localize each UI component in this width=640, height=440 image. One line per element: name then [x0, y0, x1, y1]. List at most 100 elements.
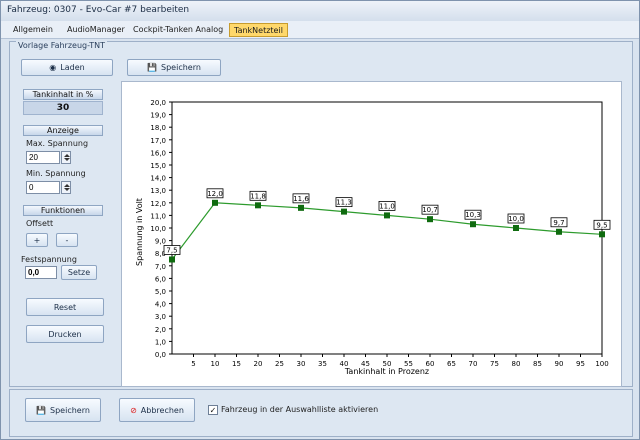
y-tick-label: 16,0	[150, 149, 166, 157]
load-button[interactable]: ◉ Laden	[21, 59, 113, 76]
print-button[interactable]: Drucken	[26, 325, 104, 343]
tank-label-button[interactable]: Tankinhalt in %	[23, 89, 103, 100]
data-point	[599, 231, 605, 238]
data-label: 11,3	[336, 199, 352, 207]
data-point	[298, 204, 304, 211]
save-floppy-icon: 💾	[36, 405, 47, 415]
x-axis-ticks: 5 10 15 20 25 30 35 40 45 50 55 60 65 70 75 80 85 90 95 100	[191, 354, 609, 368]
chart-panel: 0,0 1,0 2,0 3,0 4,0 5,0 6,0 7,0 8,0 9,0 10,0 11,0 12…	[121, 81, 622, 387]
x-tick-label: 35	[318, 360, 327, 368]
window-title: Fahrzeug: 0307 - Evo-Car #7 bearbeiten	[1, 1, 639, 21]
data-label: 11,8	[250, 192, 266, 200]
y-tick-label: 12,0	[150, 200, 166, 208]
data-label: 10,0	[508, 215, 524, 223]
data-point	[384, 212, 390, 219]
x-tick-label: 90	[555, 360, 564, 368]
y-tick-label: 9,0	[155, 238, 166, 246]
data-point	[341, 208, 347, 215]
voltage-chart: 0,01,02,03,04,05,06,07,08,09,010,011,012…	[135, 99, 611, 376]
cancel-button[interactable]: ⊘ Abbrechen	[119, 398, 195, 422]
x-tick-label: 100	[595, 360, 608, 368]
load-icon: ◉	[49, 63, 57, 72]
cancel-label: Abbrechen	[140, 405, 184, 415]
group-title: Vorlage Fahrzeug-TNT	[16, 41, 108, 50]
y-tick-label: 20,0	[150, 99, 166, 107]
max-voltage-label: Max. Spannung	[26, 139, 89, 148]
x-tick-label: 95	[576, 360, 585, 368]
y-tick-label: 14,0	[150, 175, 166, 183]
load-label: Laden	[60, 63, 85, 72]
data-label: 7,5	[166, 247, 177, 255]
fixed-voltage-label: Festspannung	[21, 255, 77, 264]
y-tick-label: 15,0	[150, 162, 166, 170]
activate-vehicle-checkbox[interactable]: ✓	[208, 405, 218, 415]
x-tick-label: 85	[533, 360, 542, 368]
tab-bar: Allgemein AudioManager Cockpit-Tanken An…	[1, 21, 639, 39]
max-voltage-input[interactable]	[26, 151, 60, 164]
tab-tanknetzteil[interactable]: TankNetzteil	[229, 23, 288, 37]
cancel-icon: ⊘	[130, 405, 137, 415]
x-tick-label: 25	[275, 360, 284, 368]
activate-vehicle-label: Fahrzeug in der Auswahlliste aktivieren	[221, 405, 379, 414]
data-label: 12,0	[207, 190, 223, 198]
plot-area	[171, 101, 603, 355]
min-voltage-label: Min. Spannung	[26, 169, 86, 178]
y-tick-label: 4,0	[155, 301, 166, 309]
y-tick-label: 1,0	[155, 338, 166, 346]
data-label: 11,6	[293, 195, 309, 203]
x-tick-label: 80	[512, 360, 521, 368]
data-point	[255, 202, 261, 209]
save-label: Speichern	[50, 405, 90, 415]
x-tick-label: 30	[297, 360, 306, 368]
x-tick-label: 65	[447, 360, 456, 368]
data-label: 10,3	[465, 211, 481, 219]
x-tick-label: 15	[232, 360, 241, 368]
y-tick-label: 11,0	[150, 212, 166, 220]
data-point	[556, 228, 562, 235]
y-tick-label: 5,0	[155, 288, 166, 296]
x-tick-label: 75	[490, 360, 499, 368]
reset-button[interactable]: Reset	[26, 298, 104, 316]
data-point	[169, 256, 175, 263]
data-point	[212, 199, 218, 206]
anzeige-label-button[interactable]: Anzeige	[23, 125, 103, 136]
y-axis-label: Spannung in Volt	[135, 198, 144, 266]
tab-audiomanager[interactable]: AudioManager	[63, 23, 129, 37]
offset-label: Offsett	[26, 219, 54, 228]
min-voltage-spinner[interactable]	[61, 181, 71, 194]
y-tick-label: 2,0	[155, 326, 166, 334]
y-tick-label: 17,0	[150, 137, 166, 145]
offset-plus-button[interactable]: +	[26, 233, 48, 247]
x-axis-label: Tankinhalt in Prozenz	[344, 367, 429, 376]
data-point	[470, 221, 476, 228]
editor-window: Fahrzeug: 0307 - Evo-Car #7 bearbeiten A…	[0, 0, 640, 440]
save-button[interactable]: 💾 Speichern	[25, 398, 101, 422]
x-tick-label: 70	[469, 360, 478, 368]
y-tick-label: 6,0	[155, 275, 166, 283]
data-point	[513, 225, 519, 231]
set-button[interactable]: Setze	[61, 265, 97, 280]
x-tick-label: 5	[191, 360, 195, 368]
tab-allgemein[interactable]: Allgemein	[9, 23, 57, 37]
x-tick-label: 10	[211, 360, 220, 368]
y-tick-label: 18,0	[150, 124, 166, 132]
save-template-label: Speichern	[161, 63, 201, 72]
y-tick-label: 19,0	[150, 112, 166, 120]
y-tick-label: 7,0	[155, 263, 166, 271]
y-tick-label: 3,0	[155, 313, 166, 321]
y-axis-ticks: 0,01,02,03,04,05,06,07,08,09,010,011,012…	[150, 99, 172, 359]
data-label: 10,7	[422, 206, 438, 214]
max-voltage-spinner[interactable]	[61, 151, 71, 164]
tab-cockpit-tanken[interactable]: Cockpit-Tanken Analog	[129, 23, 227, 37]
funktionen-label-button[interactable]: Funktionen	[23, 205, 103, 216]
save-template-button[interactable]: 💾 Speichern	[127, 59, 221, 76]
y-tick-label: 10,0	[150, 225, 166, 233]
data-point	[427, 216, 433, 223]
offset-minus-button[interactable]: -	[56, 233, 78, 247]
x-tick-label: 20	[254, 360, 263, 368]
min-voltage-input[interactable]	[26, 181, 60, 194]
tank-value: 30	[23, 101, 103, 115]
data-label: 11,0	[379, 202, 395, 210]
data-label: 9,7	[553, 219, 564, 227]
fixed-voltage-input[interactable]	[25, 266, 57, 279]
